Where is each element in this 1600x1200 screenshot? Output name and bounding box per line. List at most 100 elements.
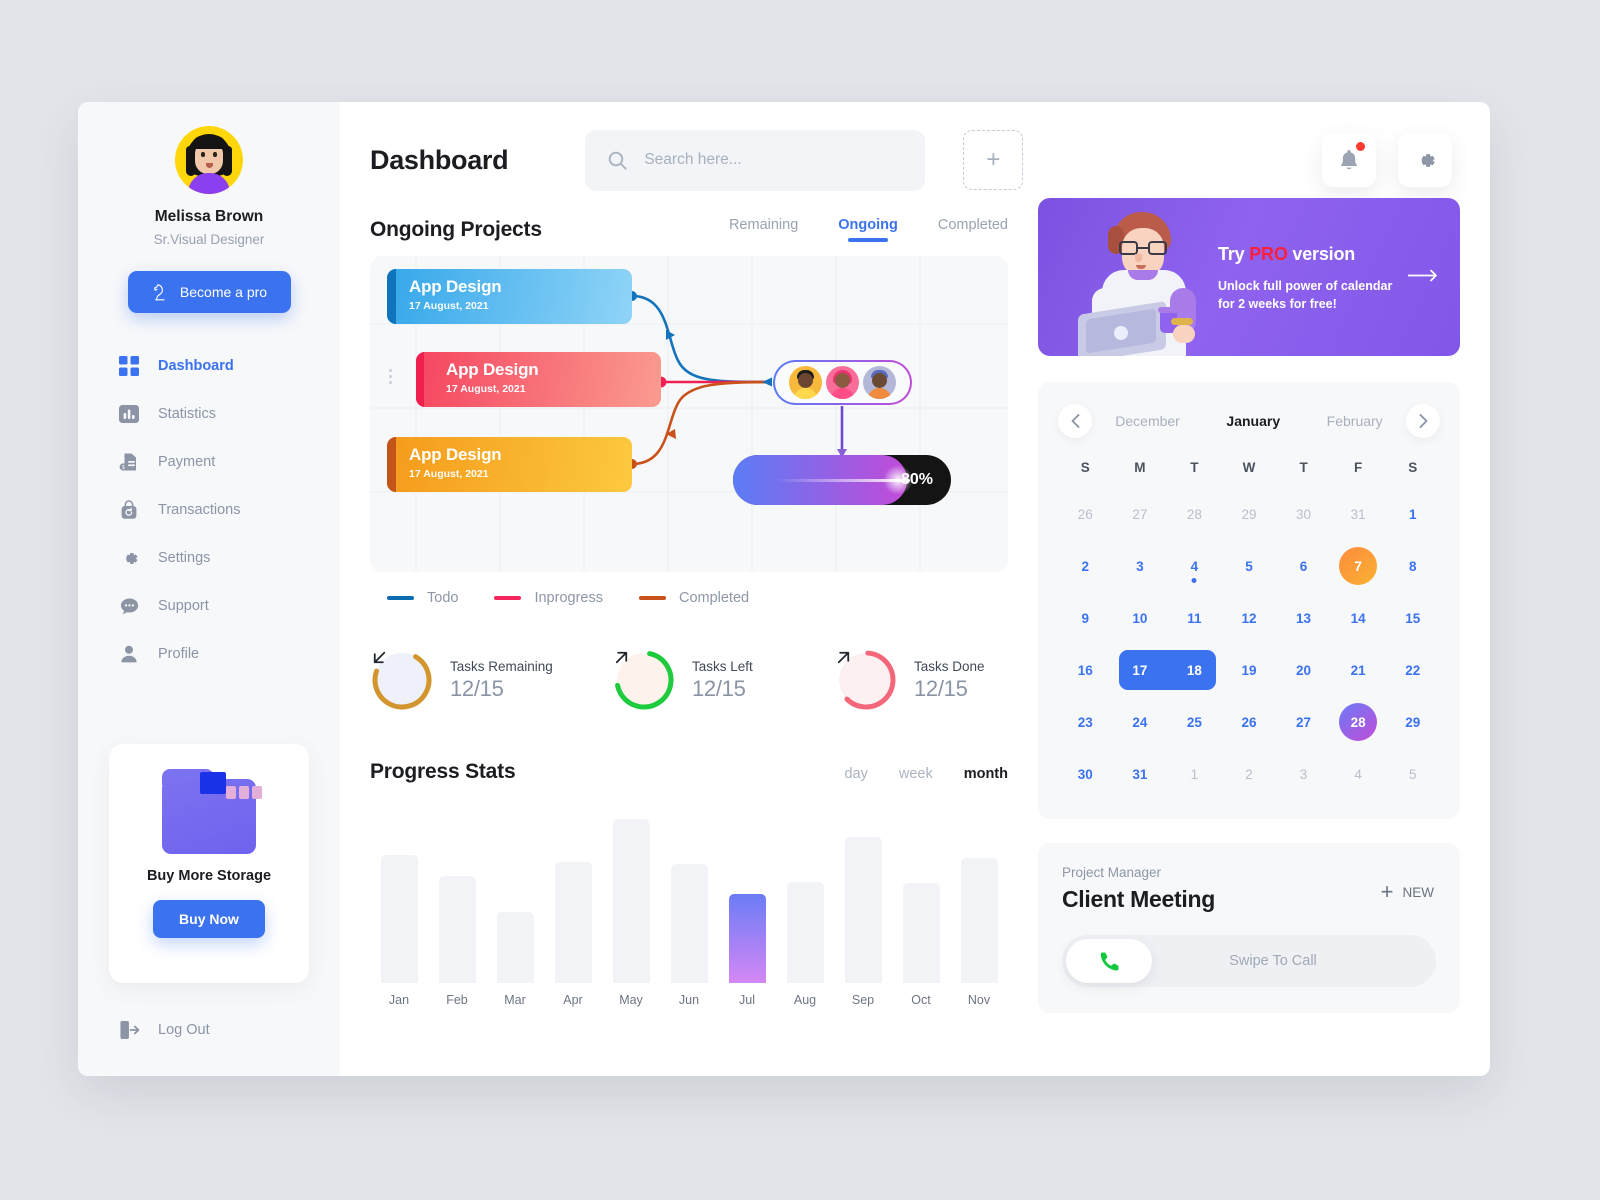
calendar-day[interactable]: 27 xyxy=(1113,495,1168,533)
sidebar-item-dashboard[interactable]: Dashboard xyxy=(118,353,340,379)
calendar-day-number: 21 xyxy=(1350,662,1366,678)
calendar-dow: F xyxy=(1354,460,1363,475)
calendar-day[interactable]: 14 xyxy=(1331,599,1386,637)
become-a-pro-button[interactable]: Become a pro xyxy=(127,271,291,313)
calendar-day[interactable]: 3 xyxy=(1113,547,1168,585)
calendar-day[interactable]: 30 xyxy=(1276,495,1331,533)
bar[interactable] xyxy=(612,819,650,983)
bar[interactable] xyxy=(902,883,940,983)
bar[interactable] xyxy=(844,837,882,983)
notifications-button[interactable] xyxy=(1322,133,1376,187)
calendar-day[interactable]: 27 xyxy=(1276,703,1331,741)
new-meeting-button[interactable]: + NEW xyxy=(1381,881,1434,903)
bar[interactable] xyxy=(554,861,592,983)
calendar-day[interactable]: 19 xyxy=(1222,651,1277,689)
calendar-day[interactable]: 7 xyxy=(1331,547,1386,585)
stat-tasks-remaining: Tasks Remaining 12/15 xyxy=(370,648,612,712)
calendar-day[interactable]: 20 xyxy=(1276,651,1331,689)
calendar-day-number: 10 xyxy=(1132,610,1148,626)
calendar-day[interactable]: 9 xyxy=(1058,599,1113,637)
calendar-day[interactable]: 2 xyxy=(1222,755,1277,793)
calendar-day[interactable]: 13 xyxy=(1276,599,1331,637)
drag-handle[interactable] xyxy=(389,369,392,384)
bar-label: Mar xyxy=(504,993,526,1007)
calendar-next-button[interactable] xyxy=(1406,404,1440,438)
calendar-day[interactable]: 12 xyxy=(1222,599,1277,637)
calendar-day[interactable]: 16 xyxy=(1058,651,1113,689)
range-day[interactable]: day xyxy=(844,766,867,782)
bar[interactable] xyxy=(438,876,476,983)
calendar-day[interactable]: 3 xyxy=(1276,755,1331,793)
calendar-day[interactable]: 23 xyxy=(1058,703,1113,741)
avatar xyxy=(863,366,896,399)
calendar-day[interactable]: 28 xyxy=(1331,703,1386,741)
settings-button[interactable] xyxy=(1398,133,1452,187)
tab-ongoing[interactable]: Ongoing xyxy=(838,217,898,242)
tab-remaining[interactable]: Remaining xyxy=(729,217,798,242)
bar[interactable] xyxy=(960,858,998,983)
search-placeholder: Search here... xyxy=(644,151,742,168)
swipe-to-call[interactable]: Swipe To Call xyxy=(1062,935,1436,987)
sidebar-item-settings[interactable]: Settings xyxy=(118,545,340,571)
arrow-right-icon[interactable] xyxy=(1407,266,1438,288)
buy-now-button[interactable]: Buy Now xyxy=(153,900,265,938)
calendar-prev-button[interactable] xyxy=(1058,404,1092,438)
calendar-day[interactable]: 25 xyxy=(1167,703,1222,741)
calendar-day[interactable]: 4 xyxy=(1331,755,1386,793)
calendar-day-number: 6 xyxy=(1299,558,1308,574)
progress-fill xyxy=(733,455,913,505)
calendar-day[interactable]: 1 xyxy=(1167,755,1222,793)
calendar-day[interactable]: 1 xyxy=(1385,495,1440,533)
calendar-day[interactable]: 29 xyxy=(1385,703,1440,741)
sidebar-item-profile[interactable]: Profile xyxy=(118,641,340,667)
calendar-month-prev[interactable]: December xyxy=(1115,413,1180,429)
sidebar-item-payment[interactable]: $ Payment xyxy=(118,449,340,475)
bar[interactable] xyxy=(728,894,766,983)
tab-completed[interactable]: Completed xyxy=(938,217,1008,242)
calendar-day[interactable]: 5 xyxy=(1222,547,1277,585)
project-card-todo[interactable]: App Design 17 August, 2021 xyxy=(387,269,632,324)
transactions-icon xyxy=(118,499,140,521)
calendar-dow: S xyxy=(1080,460,1090,475)
bar[interactable] xyxy=(670,863,708,983)
calendar-month-current[interactable]: January xyxy=(1226,413,1280,429)
calendar-day[interactable]: 24 xyxy=(1113,703,1168,741)
project-card-inprogress[interactable]: App Design 17 August, 2021 xyxy=(416,352,661,407)
calendar-day[interactable]: 31 xyxy=(1113,755,1168,793)
projects-header: Ongoing Projects Remaining Ongoing Compl… xyxy=(370,198,1008,242)
calendar-day[interactable]: 26 xyxy=(1222,703,1277,741)
bar-label: Aug xyxy=(793,993,817,1007)
calendar-day[interactable]: 28 xyxy=(1167,495,1222,533)
calendar-day[interactable]: 2 xyxy=(1058,547,1113,585)
calendar-month-next[interactable]: February xyxy=(1327,413,1383,429)
calendar-day[interactable]: 31 xyxy=(1331,495,1386,533)
bar[interactable] xyxy=(786,881,824,983)
calendar-day[interactable]: 4 xyxy=(1167,547,1222,585)
calendar-day[interactable]: 6 xyxy=(1276,547,1331,585)
calendar-day[interactable]: 26 xyxy=(1058,495,1113,533)
assignee-group[interactable] xyxy=(773,360,912,405)
range-month[interactable]: month xyxy=(964,766,1008,782)
sidebar-item-statistics[interactable]: Statistics xyxy=(118,401,340,427)
pro-promo-banner[interactable]: Try PRO version Unlock full power of cal… xyxy=(1038,198,1460,356)
logout-button[interactable]: Log Out xyxy=(118,1019,210,1041)
calendar-day[interactable]: 21 xyxy=(1331,651,1386,689)
project-card-completed[interactable]: App Design 17 August, 2021 xyxy=(387,437,632,492)
add-button[interactable]: + xyxy=(963,130,1024,190)
calendar-day[interactable]: 17 xyxy=(1113,650,1216,690)
sidebar-item-transactions[interactable]: Transactions xyxy=(118,497,340,523)
calendar-day[interactable]: 22 xyxy=(1385,651,1440,689)
search-input[interactable]: Search here... xyxy=(585,129,926,191)
calendar-day[interactable]: 11 xyxy=(1167,599,1222,637)
bar[interactable] xyxy=(496,911,534,983)
sidebar-item-support[interactable]: Support xyxy=(118,593,340,619)
range-week[interactable]: week xyxy=(899,766,933,782)
calendar-day[interactable]: 30 xyxy=(1058,755,1113,793)
calendar-day[interactable]: 29 xyxy=(1222,495,1277,533)
calendar-day[interactable]: 10 xyxy=(1113,599,1168,637)
calendar-day[interactable]: 8 xyxy=(1385,547,1440,585)
calendar-day[interactable]: 15 xyxy=(1385,599,1440,637)
calendar-day[interactable]: 18 xyxy=(1167,651,1222,689)
bar[interactable] xyxy=(380,854,418,983)
calendar-day[interactable]: 5 xyxy=(1385,755,1440,793)
